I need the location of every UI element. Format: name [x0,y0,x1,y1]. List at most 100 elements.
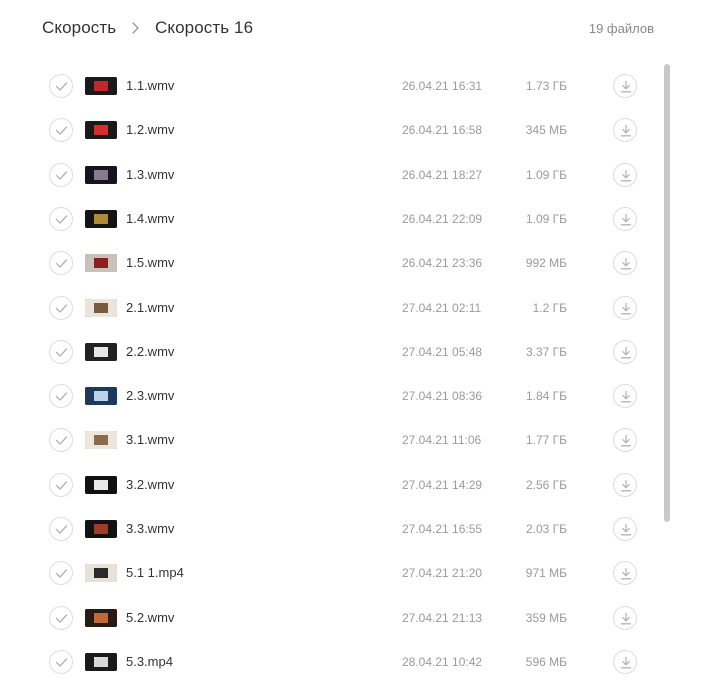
download-icon[interactable] [613,118,637,142]
file-size: 3.37 ГБ [525,345,567,359]
video-thumbnail [85,77,117,95]
file-row[interactable]: 5.1 1.mp4 27.04.21 21:20 971 МБ [0,551,660,595]
breadcrumb-current: Скорость 16 [155,18,254,37]
file-size: 1.09 ГБ [525,168,567,182]
file-name[interactable]: 3.2.wmv [126,477,174,492]
file-size: 1.73 ГБ [525,79,567,93]
video-thumbnail [85,299,117,317]
file-date: 27.04.21 08:36 [402,389,483,403]
file-row[interactable]: 1.5.wmv 26.04.21 23:36 992 МБ [0,241,660,285]
video-thumbnail [85,653,117,671]
file-date: 27.04.21 05:48 [402,345,483,359]
file-row[interactable]: 2.3.wmv 27.04.21 08:36 1.84 ГБ [0,374,660,418]
check-circle-icon[interactable] [49,606,73,630]
video-thumbnail [85,520,117,538]
file-size: 2.56 ГБ [525,478,567,492]
check-circle-icon[interactable] [49,473,73,497]
file-name[interactable]: 1.1.wmv [126,78,174,93]
file-size: 345 МБ [525,123,567,137]
file-size: 1.77 ГБ [525,433,567,447]
check-circle-icon[interactable] [49,561,73,585]
download-icon[interactable] [613,561,637,585]
file-date: 26.04.21 16:58 [402,123,483,137]
scrollbar[interactable] [664,64,670,522]
file-size: 2.03 ГБ [525,522,567,536]
chevron-right-icon [132,22,139,34]
file-size: 596 МБ [525,655,567,669]
file-date: 27.04.21 21:20 [402,566,483,580]
file-date: 26.04.21 23:36 [402,256,483,270]
download-icon[interactable] [613,517,637,541]
file-date: 27.04.21 14:29 [402,478,483,492]
file-name[interactable]: 5.2.wmv [126,610,174,625]
download-icon[interactable] [613,74,637,98]
download-icon[interactable] [613,428,637,452]
check-circle-icon[interactable] [49,296,73,320]
file-size: 359 МБ [525,611,567,625]
file-size: 971 МБ [525,566,567,580]
check-circle-icon[interactable] [49,251,73,275]
video-thumbnail [85,564,117,582]
header: Скорость Скорость 16 19 файлов [0,0,720,58]
file-size: 1.84 ГБ [525,389,567,403]
file-date: 26.04.21 22:09 [402,212,483,226]
download-icon[interactable] [613,650,637,674]
file-name[interactable]: 2.1.wmv [126,300,174,315]
video-thumbnail [85,476,117,494]
file-name[interactable]: 3.1.wmv [126,432,174,447]
check-circle-icon[interactable] [49,384,73,408]
file-name[interactable]: 5.1 1.mp4 [126,565,184,580]
video-thumbnail [85,166,117,184]
download-icon[interactable] [613,251,637,275]
download-icon[interactable] [613,384,637,408]
video-thumbnail [85,387,117,405]
file-date: 26.04.21 18:27 [402,168,483,182]
file-date: 28.04.21 10:42 [402,655,483,669]
download-icon[interactable] [613,163,637,187]
video-thumbnail [85,254,117,272]
check-circle-icon[interactable] [49,428,73,452]
video-thumbnail [85,210,117,228]
video-thumbnail [85,343,117,361]
file-size: 1.2 ГБ [532,301,567,315]
file-row[interactable]: 2.1.wmv 27.04.21 02:11 1.2 ГБ [0,286,660,330]
download-icon[interactable] [613,606,637,630]
download-icon[interactable] [613,296,637,320]
file-row[interactable]: 1.1.wmv 26.04.21 16:31 1.73 ГБ [0,64,660,108]
file-name[interactable]: 1.3.wmv [126,167,174,182]
file-row[interactable]: 3.2.wmv 27.04.21 14:29 2.56 ГБ [0,463,660,507]
check-circle-icon[interactable] [49,207,73,231]
file-row[interactable]: 1.2.wmv 26.04.21 16:58 345 МБ [0,108,660,152]
file-name[interactable]: 3.3.wmv [126,521,174,536]
file-list: 1.1.wmv 26.04.21 16:31 1.73 ГБ 1.2.wmv 26.04… [0,64,660,682]
file-count: 19 файлов [588,21,654,36]
check-circle-icon[interactable] [49,517,73,541]
file-row[interactable]: 1.3.wmv 26.04.21 18:27 1.09 ГБ [0,153,660,197]
file-name[interactable]: 1.4.wmv [126,211,174,226]
file-row[interactable]: 3.1.wmv 27.04.21 11:06 1.77 ГБ [0,418,660,462]
file-name[interactable]: 2.3.wmv [126,388,174,403]
file-name[interactable]: 1.5.wmv [126,255,174,270]
check-circle-icon[interactable] [49,650,73,674]
file-row[interactable]: 2.2.wmv 27.04.21 05:48 3.37 ГБ [0,330,660,374]
file-row[interactable]: 1.4.wmv 26.04.21 22:09 1.09 ГБ [0,197,660,241]
check-circle-icon[interactable] [49,74,73,98]
file-row[interactable]: 5.2.wmv 27.04.21 21:13 359 МБ [0,596,660,640]
file-size: 992 МБ [525,256,567,270]
file-row[interactable]: 5.3.mp4 28.04.21 10:42 596 МБ [0,640,660,682]
check-circle-icon[interactable] [49,163,73,187]
download-icon[interactable] [613,473,637,497]
check-circle-icon[interactable] [49,340,73,364]
file-date: 27.04.21 21:13 [402,611,483,625]
file-date: 27.04.21 02:11 [402,301,482,315]
file-date: 26.04.21 16:31 [402,79,483,93]
file-row[interactable]: 3.3.wmv 27.04.21 16:55 2.03 ГБ [0,507,660,551]
download-icon[interactable] [613,340,637,364]
download-icon[interactable] [613,207,637,231]
file-name[interactable]: 5.3.mp4 [126,654,173,669]
check-circle-icon[interactable] [49,118,73,142]
breadcrumb-root[interactable]: Скорость [42,18,116,38]
file-name[interactable]: 2.2.wmv [126,344,174,359]
video-thumbnail [85,609,117,627]
file-name[interactable]: 1.2.wmv [126,122,174,137]
